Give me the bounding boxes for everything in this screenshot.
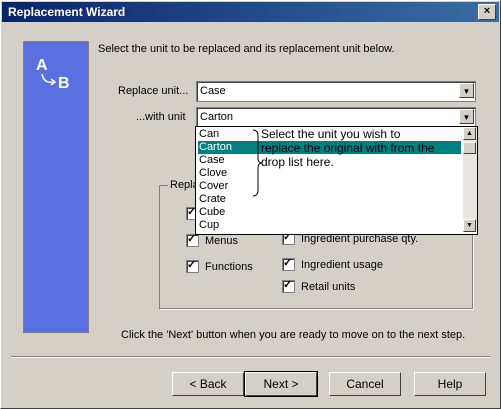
ingredient-usage-label: Ingredient usage — [301, 258, 383, 271]
ingredient-usage-checkbox[interactable]: ✓ Ingredient usage — [282, 257, 383, 271]
replace-unit-value: Case — [200, 85, 226, 97]
next-button-label: Next > — [263, 377, 299, 391]
list-item[interactable]: Cube — [198, 206, 461, 219]
list-item[interactable]: Crate — [198, 193, 461, 206]
chevron-down-icon[interactable]: ▼ — [459, 83, 474, 98]
menus-label: Menus — [205, 234, 239, 247]
close-icon: × — [483, 5, 491, 17]
back-button-label: < Back — [189, 377, 227, 391]
arrow-icon — [41, 73, 55, 84]
intro-text: Select the unit to be replaced and its r… — [98, 43, 395, 55]
cancel-button[interactable]: Cancel — [329, 372, 401, 396]
wizard-side-banner: A B — [23, 41, 89, 333]
title-bar[interactable]: Replacement Wizard × — [2, 2, 499, 22]
back-button[interactable]: < Back — [172, 372, 244, 396]
list-item[interactable]: Cover — [198, 180, 461, 193]
retail-units-label: Retail units — [301, 280, 356, 293]
with-unit-label: ...with unit — [136, 111, 186, 123]
menus-checkbox[interactable]: ✓ Menus — [186, 233, 239, 247]
callout-text: Select the unit you wish to replace the … — [261, 127, 435, 169]
help-button-label: Help — [437, 377, 463, 391]
scroll-down-icon[interactable]: ▼ — [463, 219, 476, 232]
icon-letter-b: B — [58, 75, 70, 92]
replace-unit-label: Replace unit... — [118, 85, 189, 97]
scroll-up-icon[interactable]: ▲ — [463, 127, 476, 140]
window-title: Replacement Wizard — [8, 5, 126, 19]
list-item[interactable]: Cup — [198, 219, 461, 232]
divider — [11, 356, 490, 358]
dropdown-scrollbar[interactable]: ▲ ▼ — [463, 127, 477, 232]
replace-unit-combo[interactable]: Case ▼ — [196, 81, 476, 102]
wizard-window: Replacement Wizard × A B Select the unit… — [0, 0, 501, 409]
retail-units-checkbox[interactable]: ✓ Retail units — [282, 279, 356, 293]
replace-unit-icon: A B — [36, 57, 70, 92]
scrollbar-thumb[interactable] — [463, 142, 476, 154]
icon-letter-a: A — [36, 57, 48, 74]
cancel-button-label: Cancel — [346, 377, 384, 391]
functions-checkbox[interactable]: ✓ Functions — [186, 259, 253, 273]
next-button[interactable]: Next > — [244, 371, 318, 397]
chevron-down-icon[interactable]: ▼ — [459, 109, 474, 124]
functions-label: Functions — [205, 260, 253, 273]
help-button[interactable]: Help — [414, 372, 486, 396]
with-unit-combo[interactable]: Carton ▼ — [196, 107, 476, 128]
close-button[interactable]: × — [478, 4, 496, 20]
next-step-instructions: Click the 'Next' button when you are rea… — [121, 329, 466, 341]
with-unit-value: Carton — [200, 111, 234, 123]
